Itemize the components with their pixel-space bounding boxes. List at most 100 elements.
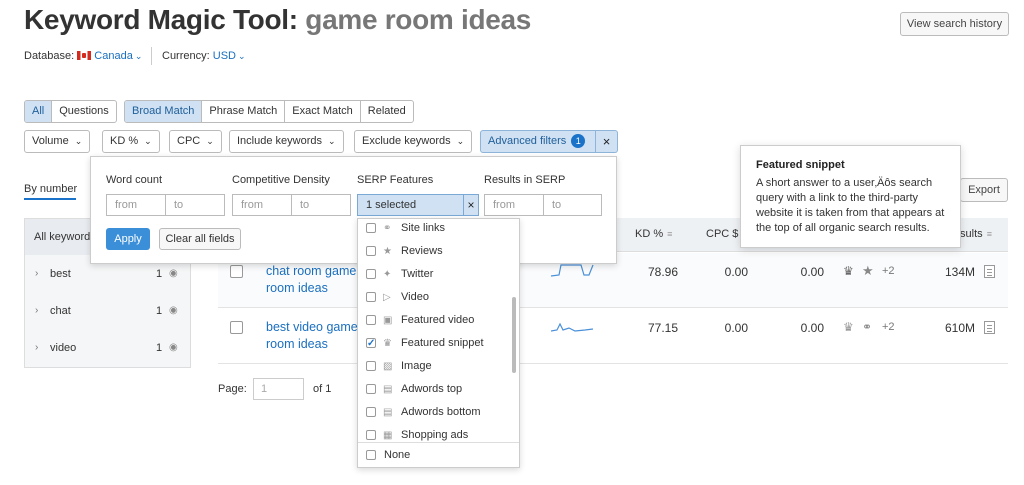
word-count-from-input[interactable]: from: [106, 194, 166, 216]
serp-option-featured-snippet[interactable]: ♛Featured snippet: [358, 332, 508, 355]
option-checkbox-checked[interactable]: [366, 332, 376, 355]
option-checkbox[interactable]: [366, 430, 376, 440]
advanced-filters-button[interactable]: Advanced filters 1: [480, 130, 596, 153]
results-from-input[interactable]: from: [484, 194, 544, 216]
currency-label: Currency:: [162, 50, 210, 62]
option-checkbox[interactable]: [366, 269, 376, 279]
divider: [151, 47, 152, 65]
row-checkbox[interactable]: [230, 321, 243, 334]
advanced-filters-panel: Word count Competitive Density SERP Feat…: [90, 156, 617, 264]
serp-features-select[interactable]: 1 selected: [357, 194, 464, 216]
database-label: Database:: [24, 50, 75, 62]
serp-option-image[interactable]: ▨ Image: [358, 355, 508, 378]
active-tab-indicator: [24, 198, 76, 200]
more-serp-features[interactable]: +2: [882, 321, 895, 333]
tab-exact-match[interactable]: Exact Match: [285, 101, 361, 122]
keyword-link[interactable]: best video game room ideas: [266, 319, 361, 353]
exclude-keywords-filter[interactable]: Exclude keywords ⌄: [354, 130, 473, 153]
sort-icon: ≡: [986, 229, 992, 239]
option-checkbox[interactable]: [366, 407, 376, 417]
document-icon[interactable]: [984, 321, 995, 334]
more-serp-features[interactable]: +2: [882, 265, 895, 277]
option-checkbox[interactable]: [366, 315, 376, 325]
filter-count-badge: 1: [571, 134, 586, 148]
kd-filter[interactable]: KD % ⌄: [102, 130, 160, 153]
kd-value: 77.15: [647, 321, 678, 335]
close-icon[interactable]: ×: [596, 130, 618, 153]
volume-filter[interactable]: Volume ⌄: [24, 130, 91, 153]
sidebar-item-chat[interactable]: › chat 1 ◉: [25, 301, 190, 321]
chevron-down-icon: ⌄: [144, 136, 152, 146]
database-value: Canada: [94, 50, 133, 62]
export-button[interactable]: Export: [960, 178, 1008, 202]
view-search-history-button[interactable]: View search history: [900, 12, 1009, 36]
chevron-down-icon: ⌄: [328, 136, 336, 146]
crown-icon: ♛: [383, 338, 392, 349]
document-icon[interactable]: [984, 265, 995, 278]
word-count-to-input[interactable]: to: [165, 194, 225, 216]
results-in-serp-label: Results in SERP: [484, 174, 566, 186]
option-checkbox[interactable]: [366, 384, 376, 394]
page-title: Keyword Magic Tool: game room ideas: [24, 4, 532, 35]
serp-option-video[interactable]: ▷ Video: [358, 286, 508, 309]
trend-sparkline: [551, 322, 594, 332]
tab-all[interactable]: All: [25, 101, 53, 122]
ad-icon: ▤: [383, 384, 393, 395]
serp-option-adwords-top[interactable]: ▤ Adwords top: [358, 378, 508, 401]
tab-broad-match[interactable]: Broad Match: [125, 101, 203, 122]
option-checkbox[interactable]: [366, 292, 376, 302]
row-checkbox[interactable]: [230, 265, 243, 278]
option-checkbox[interactable]: [366, 223, 376, 233]
density-to-input[interactable]: to: [291, 194, 351, 216]
ad-icon: ▤: [383, 407, 393, 418]
database-selector[interactable]: Database: Canada ⌄: [24, 50, 142, 62]
canada-flag-icon: [77, 51, 92, 60]
option-checkbox[interactable]: [366, 450, 376, 460]
video-icon: ▷: [383, 292, 391, 303]
cpc-filter[interactable]: CPC ⌄: [169, 130, 222, 153]
page-input[interactable]: 1: [253, 378, 304, 400]
link-icon[interactable]: ⚭: [862, 320, 872, 334]
results-value: 134M: [944, 265, 975, 279]
density-from-input[interactable]: from: [232, 194, 292, 216]
word-count-label: Word count: [106, 174, 163, 186]
eye-icon[interactable]: ◉: [169, 301, 178, 321]
column-kd[interactable]: KD % ≡: [635, 228, 672, 240]
twitter-icon: ✦: [383, 269, 392, 280]
serp-option-featured-video[interactable]: ▣ Featured video: [358, 309, 508, 332]
include-keywords-filter[interactable]: Include keywords ⌄: [229, 130, 344, 153]
chevron-down-icon: ⌄: [74, 136, 83, 146]
results-to-input[interactable]: to: [543, 194, 602, 216]
competitive-density-label: Competitive Density: [232, 174, 330, 186]
eye-icon[interactable]: ◉: [169, 338, 178, 358]
results-value: 610M: [944, 321, 975, 335]
pagination-label: Page:: [218, 383, 247, 395]
crown-icon[interactable]: ♛: [843, 320, 854, 334]
tab-related[interactable]: Related: [361, 101, 413, 122]
star-icon: ★: [383, 246, 392, 257]
keyword-link[interactable]: chat room game room ideas: [266, 263, 361, 297]
sidebar-item-video[interactable]: › video 1 ◉: [25, 338, 190, 358]
tab-by-number[interactable]: By number: [24, 183, 77, 195]
chevron-down-icon: ⌄: [206, 136, 214, 146]
dropdown-scrollbar[interactable]: [512, 297, 516, 373]
clear-selection-icon[interactable]: ×: [464, 194, 479, 216]
tab-phrase-match[interactable]: Phrase Match: [202, 101, 286, 122]
serp-option-twitter[interactable]: ✦ Twitter: [358, 263, 508, 286]
apply-button[interactable]: Apply: [106, 228, 150, 250]
crown-icon[interactable]: ♛: [843, 264, 854, 278]
currency-selector[interactable]: Currency: USD ⌄: [162, 50, 246, 62]
option-checkbox[interactable]: [366, 246, 376, 256]
serp-option-site-links[interactable]: ⚭ Site links: [358, 219, 508, 240]
tab-questions[interactable]: Questions: [52, 101, 116, 122]
serp-option-none[interactable]: None: [358, 442, 519, 467]
serp-option-reviews[interactable]: ★ Reviews: [358, 240, 508, 263]
clear-all-fields-button[interactable]: Clear all fields: [159, 228, 241, 250]
eye-icon[interactable]: ◉: [169, 264, 178, 284]
serp-option-adwords-bottom[interactable]: ▤ Adwords bottom: [358, 401, 508, 424]
star-icon[interactable]: ★: [862, 263, 874, 279]
option-checkbox[interactable]: [366, 361, 376, 371]
sidebar-item-best[interactable]: › best 1 ◉: [25, 264, 190, 284]
image-icon: ▨: [383, 361, 393, 372]
density-value: 0.00: [800, 265, 824, 279]
